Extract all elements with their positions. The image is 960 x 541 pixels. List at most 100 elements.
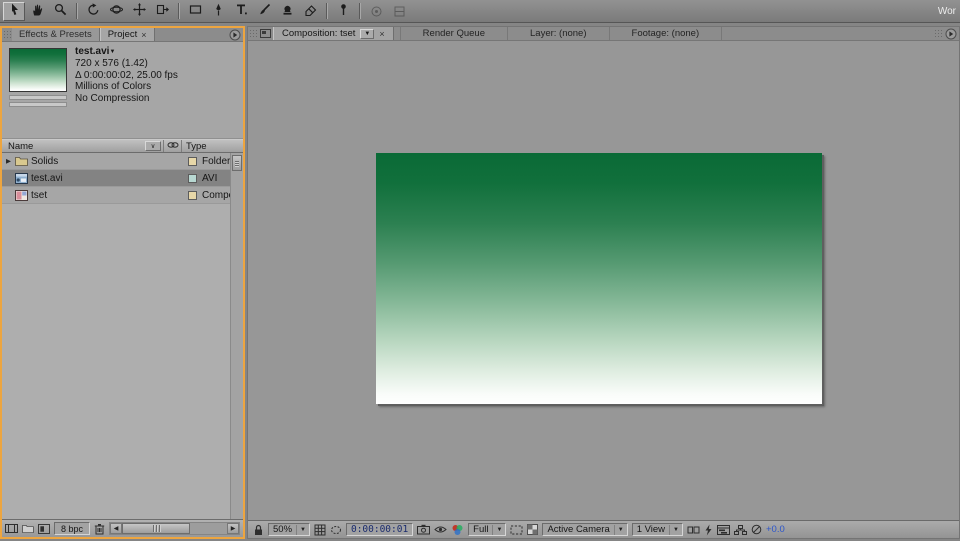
camera-view-select[interactable]: Active Camera ▼ <box>542 523 628 536</box>
timecode-field[interactable]: 0:00:00:01 <box>345 523 414 536</box>
project-table-header: Name ∨ Type <box>2 139 243 153</box>
vertical-scrollbar[interactable] <box>230 153 243 519</box>
panel-gripper[interactable] <box>3 30 11 39</box>
timecode-value: 0:00:00:01 <box>350 524 409 535</box>
clone-stamp-tool-button[interactable] <box>276 2 298 21</box>
footage-dimensions: 720 x 576 (1.42) <box>75 58 148 70</box>
panel-gripper[interactable] <box>934 29 942 39</box>
chevron-down-icon: ▼ <box>364 30 371 37</box>
type-column-header[interactable]: Type <box>182 140 243 152</box>
hand-tool-button[interactable] <box>26 2 48 21</box>
tab-composition[interactable]: Composition: tset ▼ × <box>273 27 394 40</box>
panel-menu-button[interactable] <box>229 28 243 41</box>
type-tool-button[interactable] <box>230 2 252 21</box>
resolution-value: Full <box>473 524 489 535</box>
footage-thumbnail[interactable] <box>9 48 67 92</box>
pixel-aspect-correction-icon[interactable] <box>687 525 700 535</box>
toolbar-extra-icon-2[interactable] <box>388 2 410 21</box>
snapshot-icon[interactable] <box>417 524 431 535</box>
color-depth-button[interactable]: 8 bpc <box>54 522 91 535</box>
rectangle-tool-button[interactable] <box>184 2 206 21</box>
zoom-tool-button[interactable] <box>49 2 71 21</box>
label-color-chip[interactable] <box>188 157 197 166</box>
flowchart-button-icon[interactable] <box>734 524 747 535</box>
avi-footage-icon <box>15 172 31 184</box>
toolbar-separator <box>178 3 179 19</box>
clone-stamp-tool-icon <box>281 3 294 19</box>
item-type: AVI <box>202 172 218 184</box>
tab-render-queue[interactable]: Render Queue <box>399 27 508 40</box>
new-composition-icon[interactable] <box>38 523 50 534</box>
table-row-solids[interactable]: ▶ Solids Folder <box>2 153 230 170</box>
item-name: test.avi <box>31 172 63 184</box>
composition-canvas[interactable] <box>376 153 822 404</box>
fast-previews-icon[interactable] <box>704 524 713 536</box>
item-name: Solids <box>31 155 59 167</box>
mask-visibility-icon[interactable] <box>330 525 342 535</box>
pan-behind-tool-button[interactable] <box>151 2 173 21</box>
link-icon <box>167 140 179 153</box>
viewer-dropdown-button[interactable]: ▼ <box>360 28 375 39</box>
twisty-icon[interactable]: ▶ <box>2 157 15 165</box>
composition-viewer[interactable] <box>248 41 959 520</box>
exposure-value[interactable]: +0.0 <box>766 524 785 535</box>
timeline-button-icon[interactable] <box>717 524 730 535</box>
region-of-interest-icon[interactable] <box>510 525 523 535</box>
tab-layer[interactable]: Layer: (none) <box>508 27 610 40</box>
table-row-test-avi[interactable]: test.avi AVI <box>2 170 230 187</box>
reset-exposure-icon[interactable] <box>751 524 762 535</box>
eraser-tool-icon <box>304 3 317 19</box>
chevron-down-icon[interactable]: ▼ <box>109 49 115 55</box>
tab-effects-presets[interactable]: Effects & Presets <box>12 28 100 41</box>
view-layout-select[interactable]: 1 View ▼ <box>631 523 683 536</box>
new-folder-icon[interactable] <box>22 524 34 533</box>
horizontal-scrollbar[interactable]: ◀ ▶ <box>109 522 240 535</box>
tab-layer-label: Layer: (none) <box>530 28 587 39</box>
toolbar-extra-icon-1[interactable] <box>365 2 387 21</box>
link-column-header[interactable] <box>164 140 182 152</box>
panel-gripper[interactable] <box>249 29 257 38</box>
close-icon[interactable]: × <box>141 30 146 40</box>
rotation-tool-button[interactable] <box>82 2 104 21</box>
footage-color-depth: Millions of Colors <box>75 81 152 93</box>
track-xy-camera-tool-button[interactable] <box>128 2 150 21</box>
show-snapshot-icon[interactable] <box>434 525 447 534</box>
tab-footage[interactable]: Footage: (none) <box>610 27 723 40</box>
grid-options-icon[interactable] <box>314 524 326 536</box>
scroll-left-icon: ◀ <box>113 526 119 532</box>
name-sort-dropdown[interactable]: ∨ <box>145 141 161 151</box>
viewer-lock-icon[interactable] <box>253 524 264 536</box>
table-row-tset[interactable]: tset Composition <box>2 187 230 204</box>
transparency-grid-icon[interactable] <box>527 524 539 535</box>
pen-tool-button[interactable] <box>207 2 229 21</box>
magnification-select[interactable]: 50% ▼ <box>268 523 310 536</box>
vertical-scrollbar-thumb[interactable] <box>232 155 242 171</box>
name-column-header[interactable]: Name ∨ <box>2 140 164 152</box>
tab-render-queue-label: Render Queue <box>422 28 485 39</box>
horizontal-scrollbar-track[interactable] <box>122 523 227 534</box>
show-channel-icon[interactable] <box>451 524 464 536</box>
brush-tool-button[interactable] <box>253 2 275 21</box>
resolution-select[interactable]: Full ▼ <box>468 523 507 536</box>
delete-icon[interactable] <box>94 523 105 535</box>
workspace-label[interactable]: Wor <box>938 6 957 17</box>
label-color-chip[interactable] <box>188 174 197 183</box>
selection-tool-button[interactable] <box>3 1 25 21</box>
scroll-left-button[interactable]: ◀ <box>110 523 123 534</box>
chevron-down-icon: ▼ <box>492 524 503 535</box>
horizontal-scrollbar-thumb[interactable] <box>122 523 191 534</box>
label-color-chip[interactable] <box>188 191 197 200</box>
panel-menu-button[interactable] <box>933 27 959 40</box>
tab-project[interactable]: Project × <box>99 28 155 41</box>
scroll-right-button[interactable]: ▶ <box>227 523 239 534</box>
puppet-pin-tool-button[interactable] <box>332 2 354 21</box>
eraser-tool-button[interactable] <box>299 2 321 21</box>
color-depth-label: 8 bpc <box>61 523 84 534</box>
interpret-footage-icon[interactable] <box>5 523 18 534</box>
app-window: Wor Effects & Presets Project × test.avi… <box>0 0 960 541</box>
type-tool-icon <box>235 3 248 19</box>
close-icon[interactable]: × <box>379 29 384 39</box>
thumbnail-strip <box>9 95 67 100</box>
orbit-camera-tool-button[interactable] <box>105 2 127 21</box>
composition-icon <box>15 189 31 201</box>
